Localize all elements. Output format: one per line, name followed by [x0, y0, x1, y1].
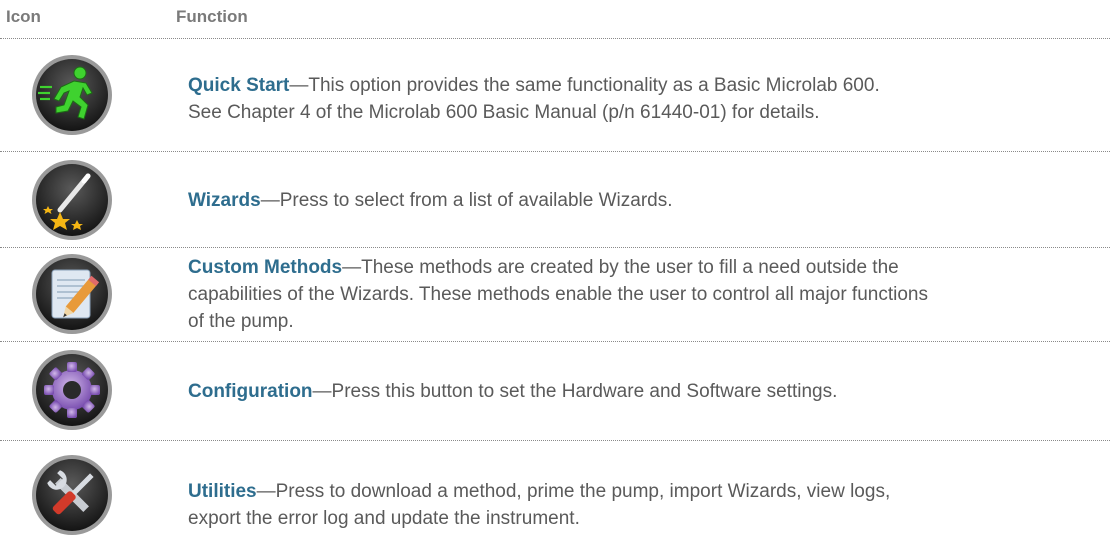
custom-methods-pencil-icon [30, 252, 114, 336]
description-line-3: of the pump. [188, 311, 294, 332]
configuration-gear-icon [30, 348, 114, 432]
icon-column-header: Icon [6, 7, 41, 26]
description-text: This option provides the same functional… [308, 75, 880, 96]
em-dash: — [289, 75, 309, 96]
table-row: Utilities—Press to download a method, pr… [0, 441, 1110, 546]
table-row: Wizards—Press to select from a list of a… [0, 152, 1110, 248]
description-line-2: capabilities of the Wizards. These metho… [188, 284, 928, 305]
configuration-description: Configuration—Press this button to set t… [188, 378, 1103, 405]
custom-methods-description: Custom Methods—These methods are created… [188, 254, 1103, 335]
description-line-2: export the error log and update the inst… [188, 508, 580, 529]
table-row: Configuration—Press this button to set t… [0, 342, 1110, 441]
wizards-title: Wizards [188, 190, 261, 211]
description-line-2: See Chapter 4 of the Microlab 600 Basic … [188, 102, 820, 123]
description-text: These methods are created by the user to… [361, 257, 899, 278]
em-dash: — [260, 190, 280, 211]
table-header: Icon Function [0, 0, 1110, 39]
description-text: Press to select from a list of available… [279, 190, 673, 211]
function-column-header: Function [176, 7, 248, 26]
configuration-title: Configuration [188, 381, 313, 402]
description-line-1: Utilities—Press to download a method, pr… [188, 478, 1103, 505]
utilities-description: Utilities—Press to download a method, pr… [188, 478, 1103, 532]
em-dash: — [342, 257, 362, 278]
em-dash: — [256, 481, 276, 502]
description-text: Press this button to set the Hardware an… [331, 381, 838, 402]
quick-start-description: Quick Start—This option provides the sam… [188, 72, 1103, 126]
quick-start-title: Quick Start [188, 75, 290, 96]
description-line-1: Custom Methods—These methods are created… [188, 254, 1103, 281]
wizards-description: Wizards—Press to select from a list of a… [188, 187, 1103, 214]
em-dash: — [312, 381, 332, 402]
description-line-1: Wizards—Press to select from a list of a… [188, 187, 1103, 214]
utilities-tools-icon [30, 453, 114, 537]
utilities-title: Utilities [188, 481, 257, 502]
table-row: Quick Start—This option provides the sam… [0, 39, 1110, 152]
description-line-1: Quick Start—This option provides the sam… [188, 72, 1103, 99]
wizard-wand-icon [30, 158, 114, 242]
table-row: Custom Methods—These methods are created… [0, 248, 1110, 342]
description-line-1: Configuration—Press this button to set t… [188, 378, 1103, 405]
custom-methods-title: Custom Methods [188, 257, 343, 278]
description-text: Press to download a method, prime the pu… [275, 481, 891, 502]
quick-start-runner-icon [30, 53, 114, 137]
